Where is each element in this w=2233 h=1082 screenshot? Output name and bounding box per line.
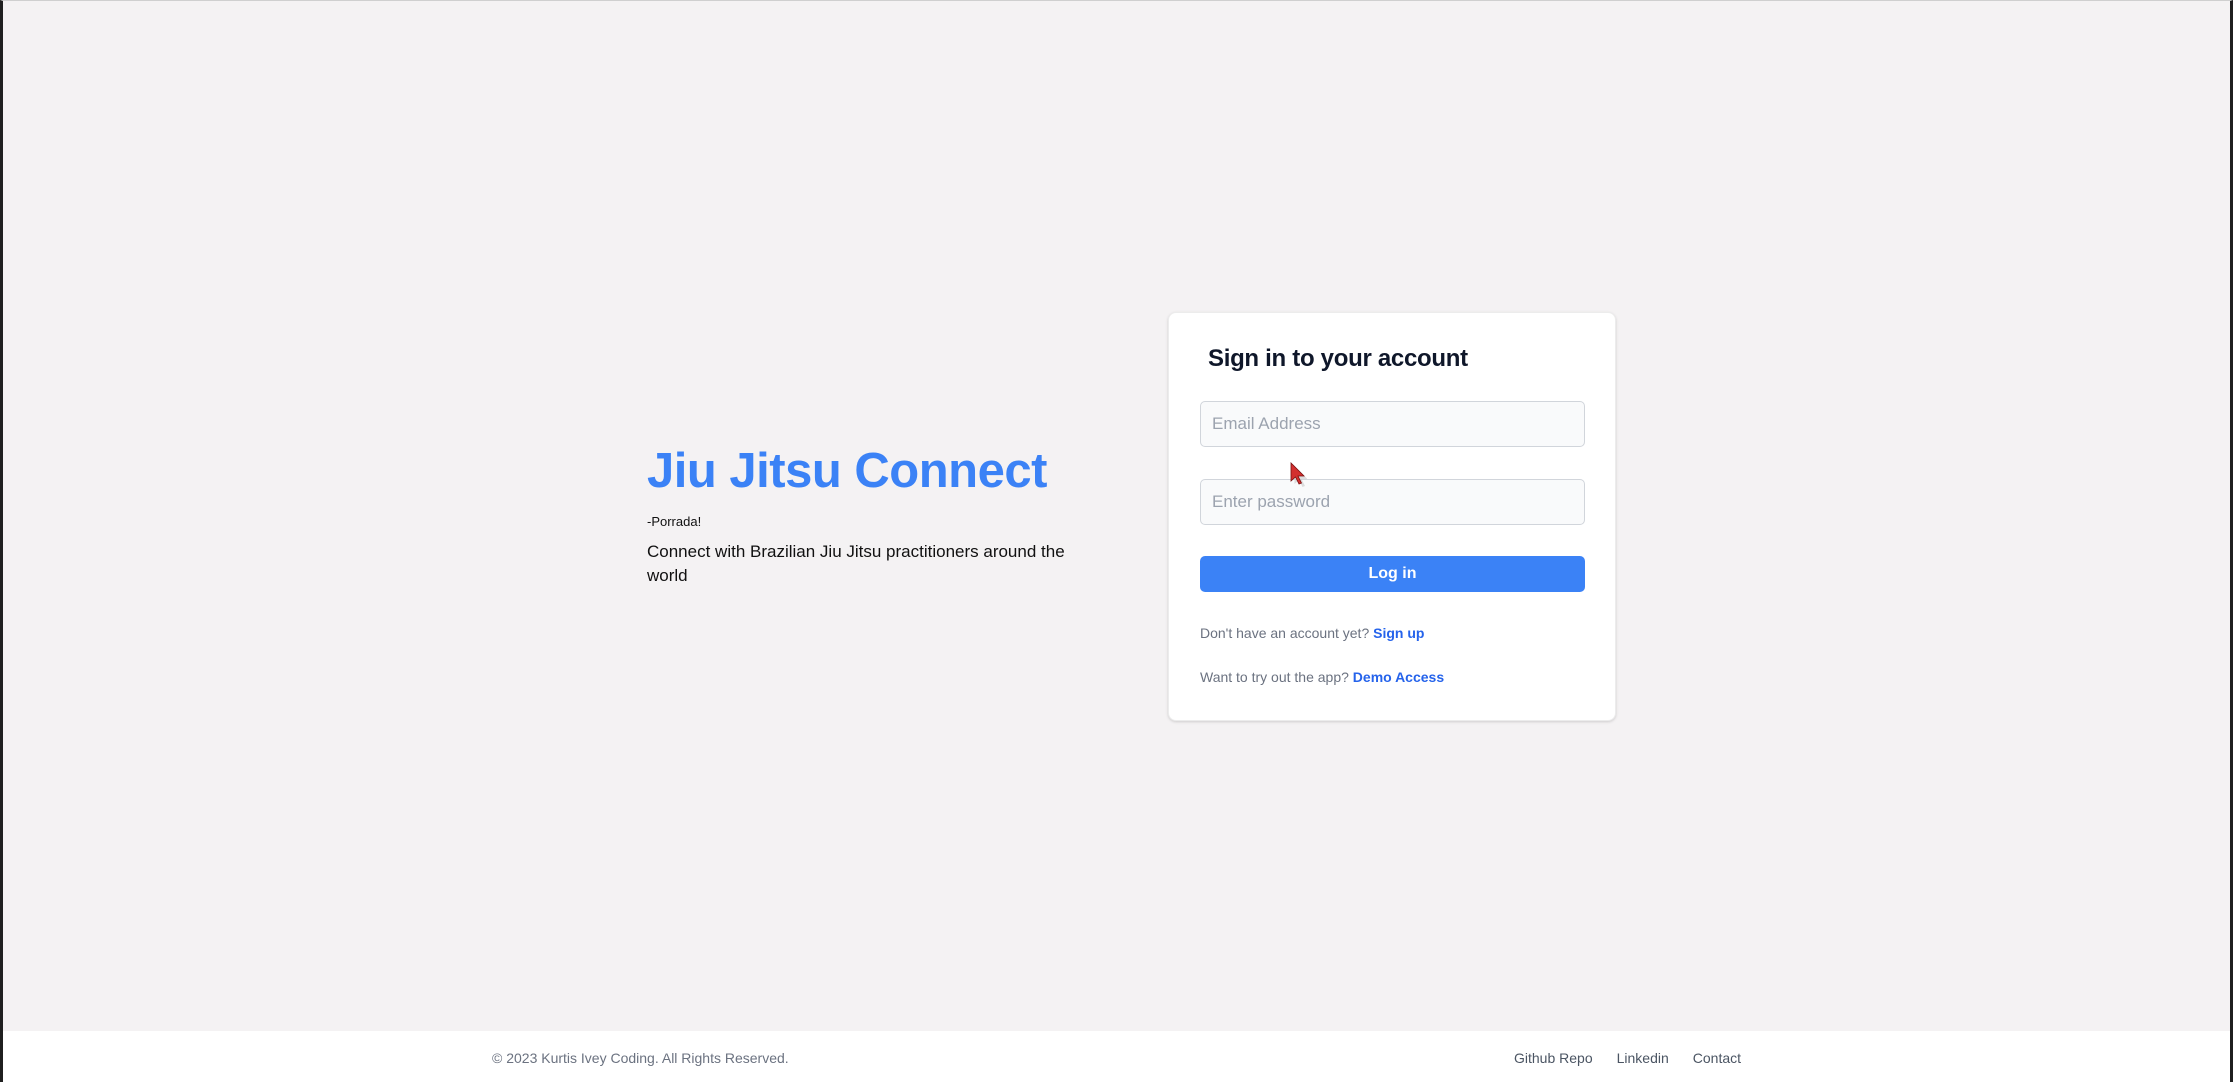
demo-prompt: Want to try out the app? Demo Access [1200, 669, 1444, 685]
demo-access-link[interactable]: Demo Access [1353, 669, 1444, 685]
footer-link-linkedin[interactable]: Linkedin [1617, 1050, 1669, 1066]
email-field[interactable] [1200, 401, 1585, 447]
signup-prompt-text: Don't have an account yet? [1200, 625, 1374, 641]
hero-section: Jiu Jitsu Connect -Porrada! Connect with… [647, 441, 1067, 588]
mouse-pointer-icon [1290, 462, 1307, 487]
signin-card: Sign in to your account Log in Don't hav… [1168, 312, 1616, 721]
login-button[interactable]: Log in [1200, 556, 1585, 592]
app-title: Jiu Jitsu Connect [647, 444, 1047, 498]
signup-prompt: Don't have an account yet? Sign up [1200, 625, 1424, 641]
footer-link-github[interactable]: Github Repo [1514, 1050, 1593, 1066]
demo-prompt-text: Want to try out the app? [1200, 669, 1353, 685]
page-footer: © 2023 Kurtis Ivey Coding. All Rights Re… [3, 1031, 2230, 1082]
password-field[interactable] [1200, 479, 1585, 525]
signup-link[interactable]: Sign up [1373, 625, 1424, 641]
footer-link-contact[interactable]: Contact [1693, 1050, 1741, 1066]
footer-links: Github Repo Linkedin Contact [1514, 1050, 1741, 1066]
app-tagline: -Porrada! [647, 514, 702, 529]
app-description: Connect with Brazilian Jiu Jitsu practit… [647, 542, 1065, 585]
signin-heading: Sign in to your account [1208, 345, 1468, 372]
copyright-text: © 2023 Kurtis Ivey Coding. All Rights Re… [492, 1050, 789, 1066]
